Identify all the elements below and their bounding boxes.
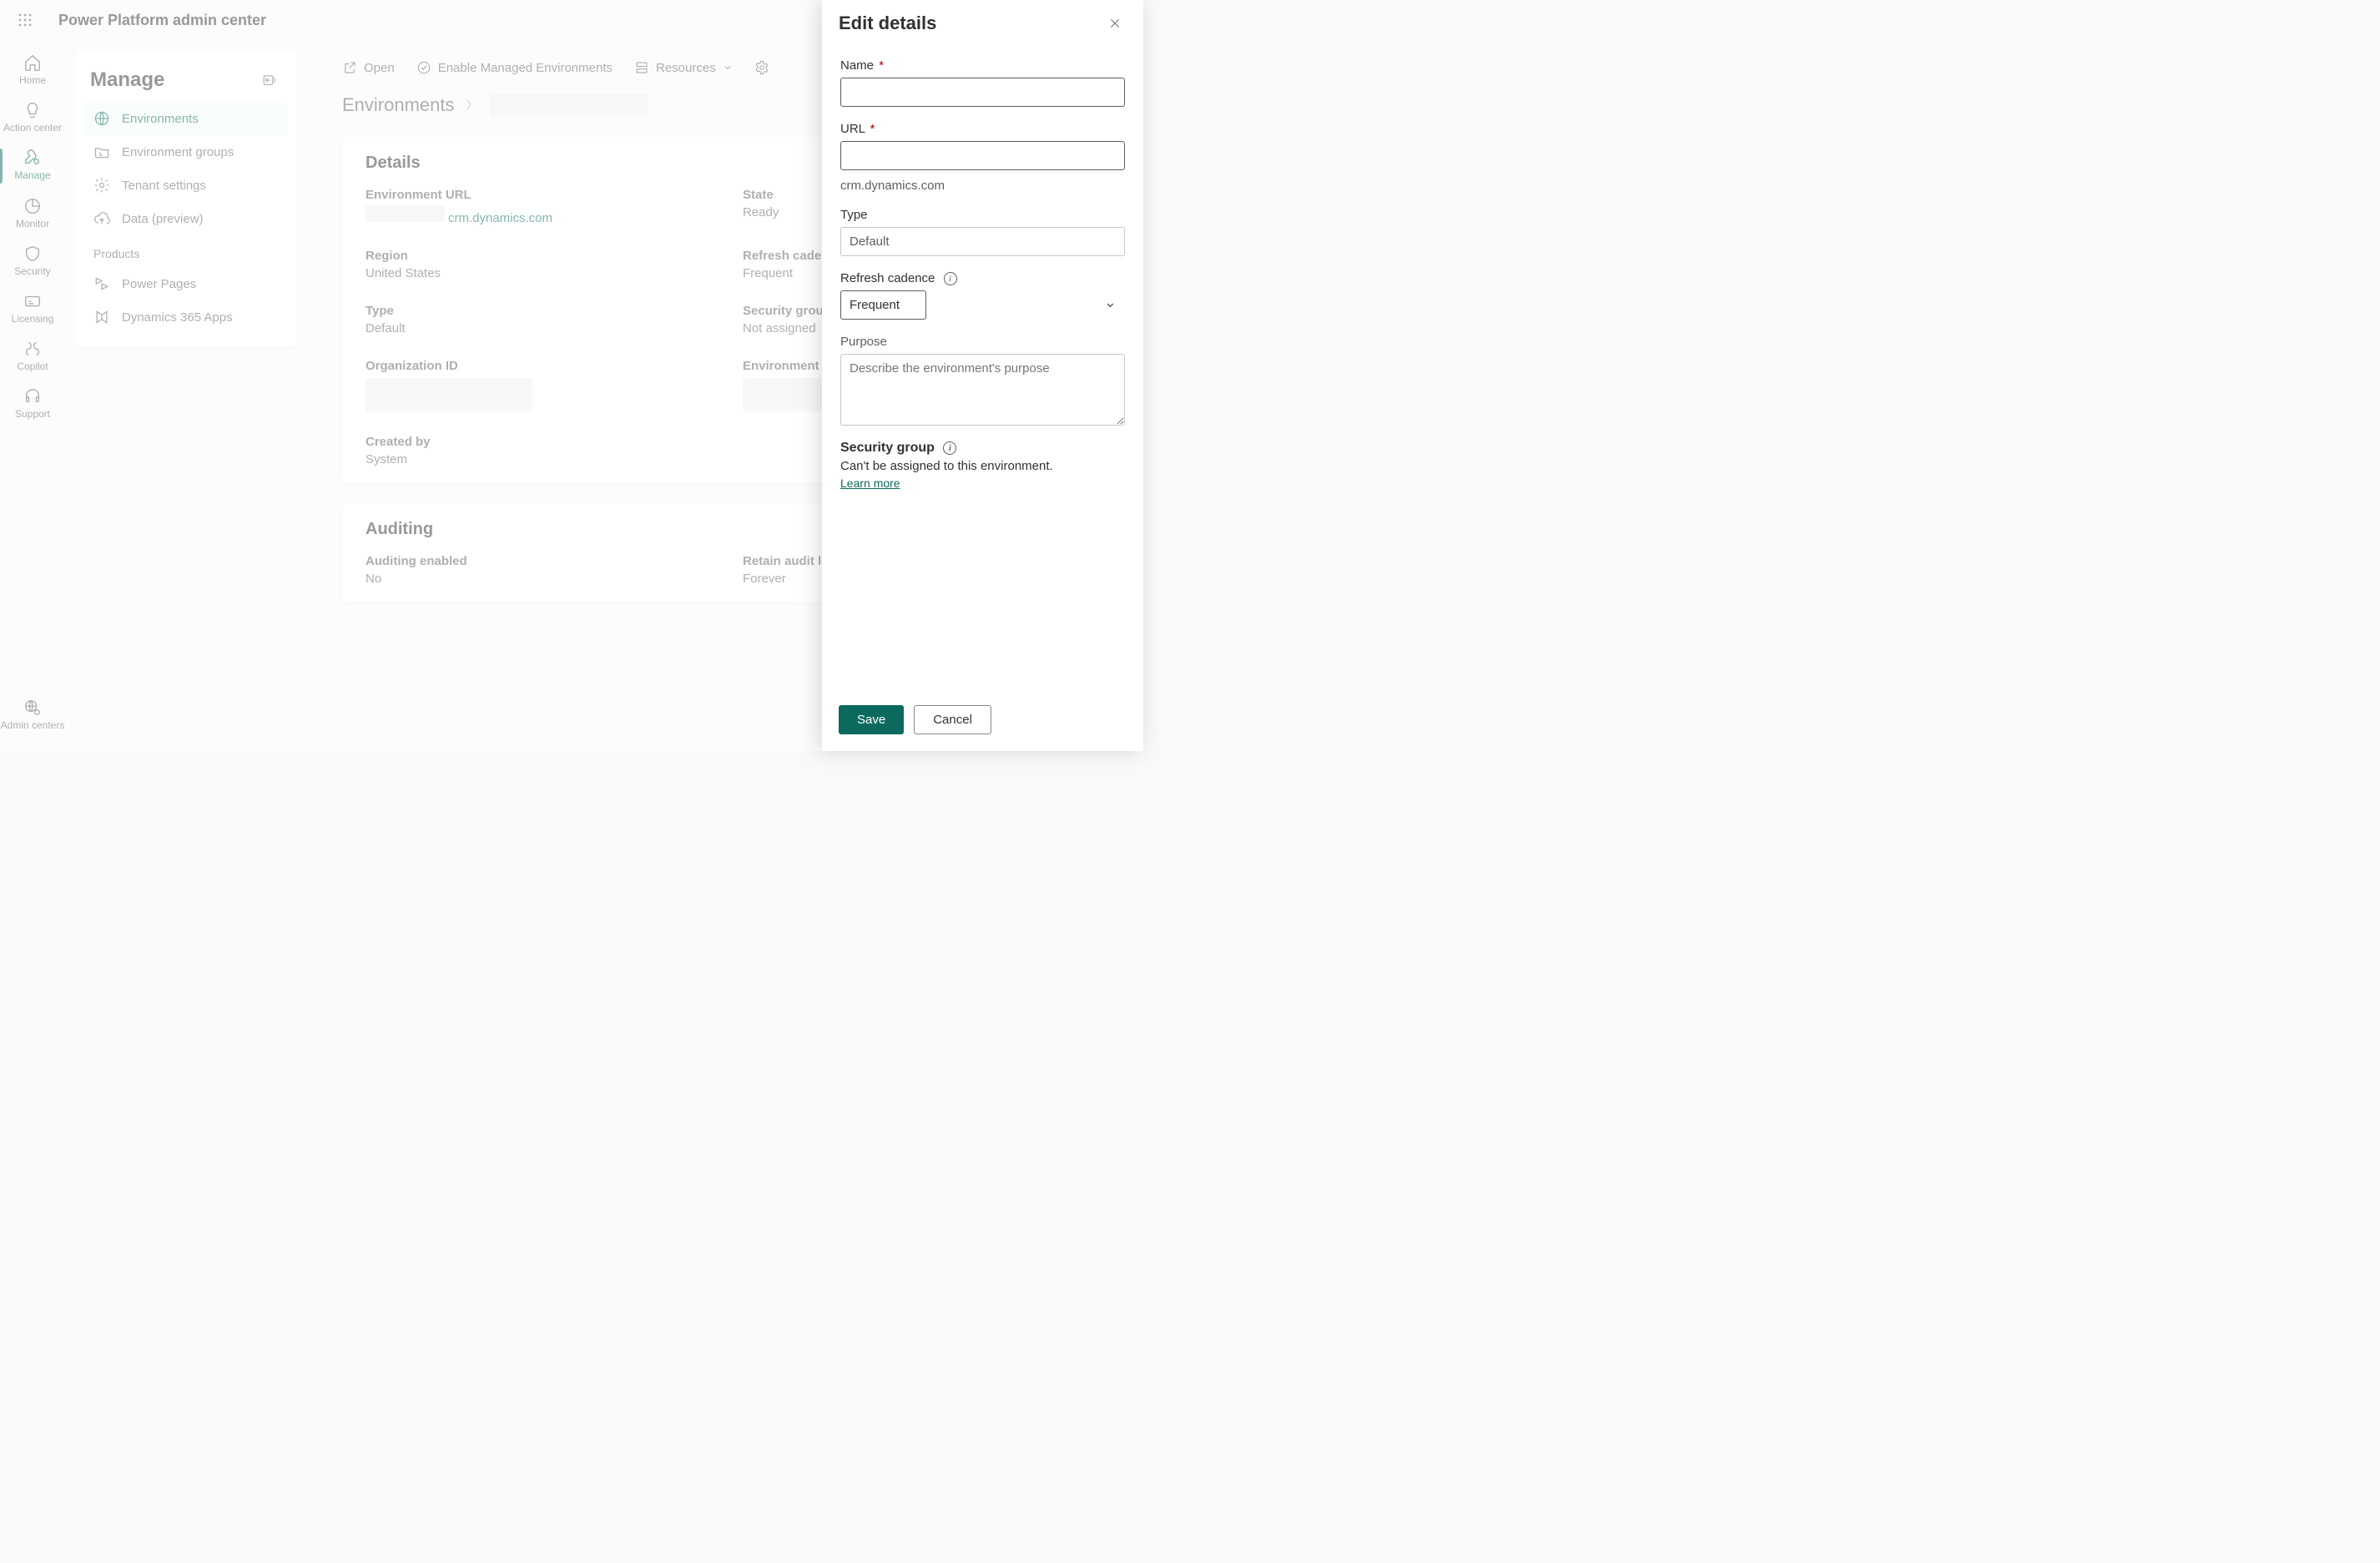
rail-item-security[interactable]: Security: [0, 239, 65, 284]
url-suffix: crm.dynamics.com: [840, 179, 1125, 193]
enable-icon: [416, 60, 431, 75]
toolbar-enable-managed[interactable]: Enable Managed Environments: [416, 60, 613, 75]
folder-group-icon: [93, 144, 110, 160]
card-icon: [23, 292, 42, 310]
cancel-button[interactable]: Cancel: [914, 705, 991, 734]
save-button[interactable]: Save: [839, 705, 904, 734]
collapse-icon: [262, 73, 277, 88]
waffle-icon: [18, 13, 32, 27]
manage-item-dynamics-apps[interactable]: Dynamics 365 Apps: [83, 300, 288, 334]
globe-icon: [93, 110, 110, 127]
toolbar-resources[interactable]: Resources: [634, 60, 733, 75]
form-field-name: Name *: [840, 58, 1125, 107]
rail-item-admin-centers[interactable]: Admin centers: [0, 693, 65, 738]
rail-item-monitor[interactable]: Monitor: [0, 192, 65, 236]
form-field-type: Type: [840, 208, 1125, 256]
rail-item-home[interactable]: Home: [0, 48, 65, 93]
copilot-icon: [23, 340, 42, 358]
org-id-redacted: [366, 378, 532, 411]
field-type: Type Default: [366, 304, 709, 335]
app-launcher-button[interactable]: [8, 3, 42, 37]
sg-heading: Security group i: [840, 441, 1125, 456]
details-card-title: Details: [366, 154, 421, 173]
left-rail-nav: Home Action center Manage Monitor Securi…: [0, 40, 65, 751]
info-icon[interactable]: i: [943, 441, 956, 455]
rail-item-manage[interactable]: Manage: [0, 144, 65, 188]
field-environment-url: Environment URL crm.dynamics.com: [366, 188, 709, 225]
gear-icon: [93, 177, 110, 194]
wrench-icon: [23, 149, 42, 167]
env-url-prefix-redacted: [366, 205, 445, 222]
collapse-panel-button[interactable]: [258, 68, 281, 92]
url-input[interactable]: [840, 141, 1125, 170]
name-input[interactable]: [840, 78, 1125, 107]
resources-icon: [634, 60, 649, 75]
upload-cloud-icon: [93, 210, 110, 227]
manage-item-environment-groups[interactable]: Environment groups: [83, 135, 288, 169]
gear-icon: [754, 60, 769, 75]
close-button[interactable]: [1103, 12, 1127, 35]
rail-item-action-center[interactable]: Action center: [0, 96, 65, 140]
manage-item-environments[interactable]: Environments: [83, 102, 288, 135]
chevron-right-icon: 〉: [466, 97, 478, 113]
toolbar-settings[interactable]: [754, 60, 769, 75]
open-icon: [342, 60, 357, 75]
toolbar-open[interactable]: Open: [342, 60, 395, 75]
sg-text: Can't be assigned to this environment.: [840, 459, 1125, 473]
form-field-url: URL * crm.dynamics.com: [840, 122, 1125, 193]
home-icon: [23, 53, 42, 72]
breadcrumb-current-redacted: [490, 93, 648, 117]
form-field-refresh-cadence: Refresh cadence i Frequent: [840, 271, 1125, 320]
type-label: Type: [840, 208, 1125, 222]
manage-title: Manage: [90, 68, 164, 92]
breadcrumb-root[interactable]: Environments: [342, 94, 455, 116]
chart-icon: [23, 197, 42, 215]
field-auditing-enabled: Auditing enabled No: [366, 554, 709, 586]
edit-details-panel: Edit details Name * URL * crm.dynamics.c…: [822, 0, 1143, 751]
sg-learn-more-link[interactable]: Learn more: [840, 476, 1125, 490]
pages-icon: [93, 275, 110, 292]
name-label: Name *: [840, 58, 1125, 73]
close-icon: [1108, 17, 1122, 30]
manage-products-heading: Products: [83, 235, 288, 267]
field-region: Region United States: [366, 249, 709, 280]
shield-icon: [23, 245, 42, 263]
chevron-down-icon: [723, 63, 733, 73]
rail-item-support[interactable]: Support: [0, 382, 65, 426]
purpose-label: Purpose: [840, 335, 1125, 349]
refresh-label: Refresh cadence i: [840, 271, 1125, 285]
url-label: URL *: [840, 122, 1125, 136]
rail-item-copilot[interactable]: Copilot: [0, 335, 65, 379]
manage-panel: Manage Environments Environment groups T…: [75, 50, 296, 347]
form-field-purpose: Purpose: [840, 335, 1125, 426]
rail-item-licensing[interactable]: Licensing: [0, 287, 65, 331]
manage-item-data-preview[interactable]: Data (preview): [83, 202, 288, 235]
info-icon[interactable]: i: [944, 272, 957, 285]
purpose-textarea[interactable]: [840, 354, 1125, 426]
app-title: Power Platform admin center: [58, 12, 266, 29]
manage-item-tenant-settings[interactable]: Tenant settings: [83, 169, 288, 202]
form-field-security-group: Security group i Can't be assigned to th…: [840, 441, 1125, 490]
flyout-title: Edit details: [839, 13, 936, 34]
auditing-card-title: Auditing: [366, 520, 433, 539]
field-organization-id: Organization ID: [366, 359, 709, 411]
globe-gear-icon: [23, 698, 42, 717]
field-created-by: Created by System: [366, 435, 709, 466]
dynamics-icon: [93, 309, 110, 325]
headset-icon: [23, 387, 42, 406]
refresh-cadence-select[interactable]: Frequent: [840, 290, 926, 320]
type-input: [840, 227, 1125, 256]
bulb-icon: [23, 101, 42, 119]
manage-item-power-pages[interactable]: Power Pages: [83, 267, 288, 300]
